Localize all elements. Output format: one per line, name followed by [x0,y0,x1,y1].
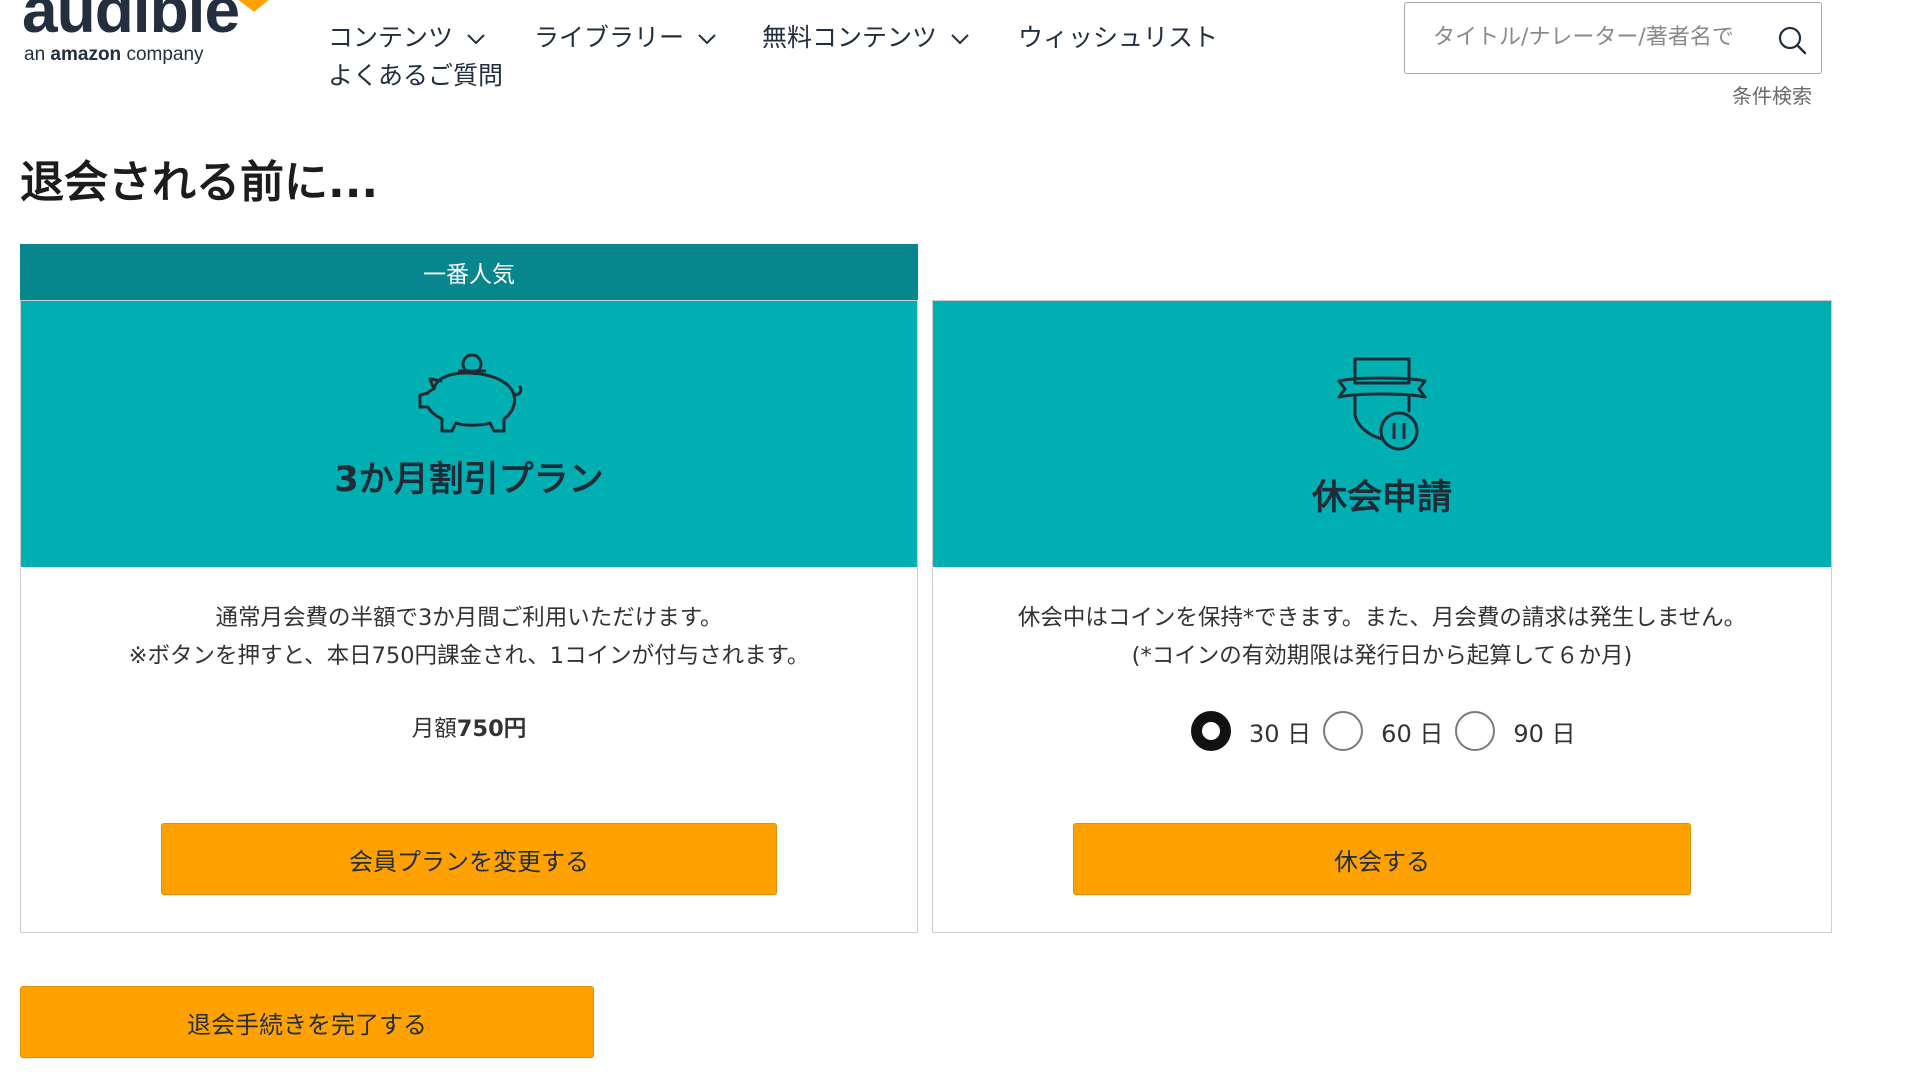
description-line: 通常月会費の半額で3か月間ご利用いただけます。 [215,605,723,631]
change-plan-button[interactable]: 会員プランを変更する [161,823,777,895]
discount-plan-description: 通常月会費の半額で3か月間ご利用いただけます。 ※ボタンを押すと、本日750円課… [21,599,917,675]
nav-item-label: コンテンツ [328,23,454,52]
nav-item-library[interactable]: ライブラリー [534,18,718,54]
radio-button[interactable] [1323,711,1364,751]
logo-wordmark: audible [22,0,240,46]
chevron-down-icon [698,34,716,45]
advanced-search-link[interactable]: 条件検索 [1732,80,1812,109]
radio-label: 90 日 [1513,719,1576,748]
nav-item-label: よくあるご質問 [328,61,504,90]
search-input[interactable] [1407,5,1757,69]
pause-duration-radio-group: 30 日 60 日 90 日 [1191,709,1588,753]
pause-membership-card: 休会申請 休会中はコインを保持*できます。また、月会費の請求は発生しません。 (… [932,300,1832,933]
radio-button[interactable] [1455,711,1496,751]
tagline-suffix: company [121,44,204,65]
description-line: ※ボタンを押すと、本日750円課金され、1コインが付与されます。 [128,643,810,669]
pause-duration-option-30[interactable]: 30 日 [1191,711,1311,751]
pause-duration-option-90[interactable]: 90 日 [1455,711,1576,751]
description-line: 休会中はコインを保持*できます。また、月会費の請求は発生しません。 [1017,605,1747,631]
description-line: (*コインの有効期限は発行日から起算して６か月) [1131,643,1633,669]
radio-label: 30 日 [1249,719,1312,748]
pause-card-header: 休会申請 [933,301,1831,567]
nav-item-free-contents[interactable]: 無料コンテンツ [762,18,971,54]
discount-plan-price: 月額750円 [21,711,917,743]
nav-item-label: ウィッシュリスト [1018,23,1219,52]
pause-duration-option-60[interactable]: 60 日 [1323,711,1443,751]
pause-badge-icon [1337,357,1427,451]
radio-button-selected[interactable] [1191,711,1231,751]
pause-membership-title: 休会申請 [1311,478,1452,518]
price-value: 750円 [456,716,527,742]
pause-membership-description: 休会中はコインを保持*できます。また、月会費の請求は発生しません。 (*コインの… [933,599,1831,675]
radio-label: 60 日 [1381,719,1444,748]
search-box [1404,2,1822,74]
nav-item-label: 無料コンテンツ [762,23,938,52]
complete-cancellation-button[interactable]: 退会手続きを完了する [20,986,594,1058]
nav-item-label: ライブラリー [534,23,685,52]
nav-item-wishlist[interactable]: ウィッシュリスト [1018,18,1218,54]
search-icon[interactable] [1777,25,1807,55]
discount-plan-card: 3か月割引プラン 通常月会費の半額で3か月間ご利用いただけます。 ※ボタンを押す… [20,300,918,933]
pause-membership-button[interactable]: 休会する [1073,823,1691,895]
tagline-brand: amazon [50,44,122,65]
chevron-down-icon [951,34,969,45]
nav-item-contents[interactable]: コンテンツ [328,18,487,54]
logo-tagline: an amazon company [24,44,204,66]
chevron-down-icon [467,34,485,45]
audible-logo[interactable]: audible an amazon company [22,0,282,78]
logo-signal-icon [238,0,269,12]
piggy-bank-icon [418,353,523,433]
nav-item-faq[interactable]: よくあるご質問 [328,56,503,92]
price-prefix: 月額 [411,716,457,742]
tagline-prefix: an [24,44,51,65]
main-nav: コンテンツ ライブラリー 無料コンテンツ ウィッシュリスト よくあるご質問 [328,18,1228,90]
popular-ribbon: 一番人気 [20,244,918,300]
discount-plan-title: 3か月割引プラン [334,460,604,500]
discount-card-header: 3か月割引プラン [21,301,917,567]
page-title: 退会される前に... [20,157,379,208]
